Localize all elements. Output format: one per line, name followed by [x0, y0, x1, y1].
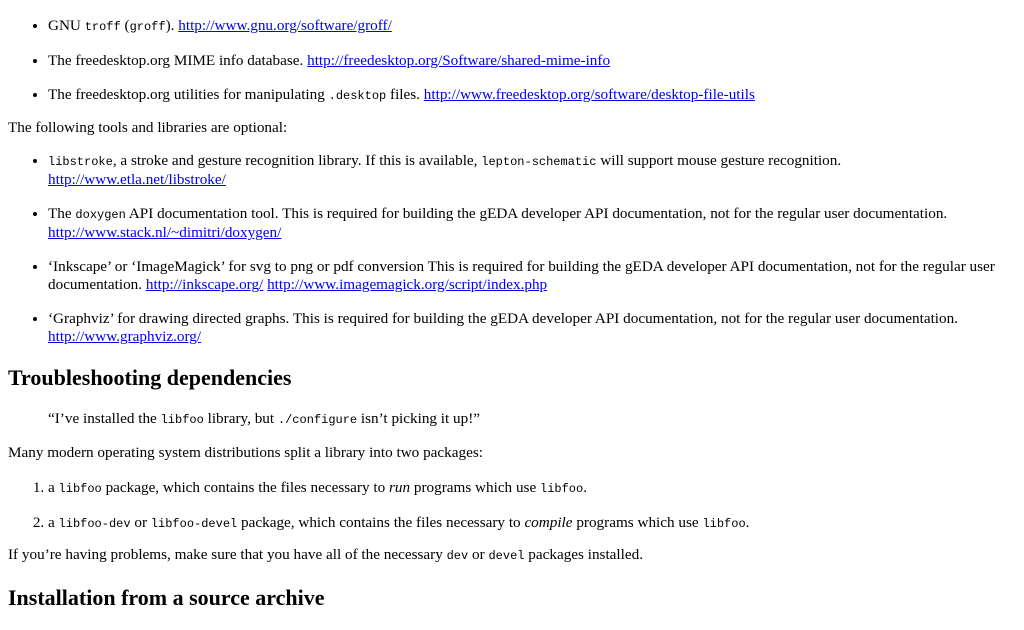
- inkscape-link[interactable]: http://inkscape.org/: [146, 276, 263, 293]
- desktop-utils-link[interactable]: http://www.freedesktop.org/software/desk…: [424, 86, 755, 103]
- optional-intro: The following tools and libraries are op…: [8, 119, 288, 136]
- mime-info-link[interactable]: http://freedesktop.org/Software/shared-m…: [307, 52, 610, 69]
- closing-note: If you’re having problems, make sure tha…: [8, 546, 643, 563]
- list-item-inkscape: ‘Inkscape’ or ‘ImageMagick’ for svg to p…: [48, 258, 1024, 294]
- install-heading: Installation from a source archive: [8, 585, 325, 610]
- list-item-desktop-utils: The freedesktop.org utilities for manipu…: [48, 86, 1024, 105]
- libstroke-link[interactable]: http://www.etla.net/libstroke/: [48, 171, 226, 188]
- list-item-libstroke: libstroke, a stroke and gesture recognit…: [48, 152, 1024, 189]
- doxygen-link[interactable]: http://www.stack.nl/~dimitri/doxygen/: [48, 224, 281, 241]
- list-item-groff: GNU troff (groff). http://www.gnu.org/so…: [48, 17, 1024, 36]
- imagemagick-link[interactable]: http://www.imagemagick.org/script/index.…: [267, 276, 547, 293]
- required-deps-list: GNU troff (groff). http://www.gnu.org/so…: [8, 17, 1024, 121]
- list-item-doxygen: The doxygen API documentation tool. This…: [48, 205, 1024, 242]
- list-item-libfoo: a libfoo package, which contains the fil…: [48, 479, 1024, 498]
- package-list: a libfoo package, which contains the fil…: [8, 479, 1024, 549]
- graphviz-link[interactable]: http://www.graphviz.org/: [48, 328, 201, 345]
- list-item-mime-info: The freedesktop.org MIME info database. …: [48, 52, 1024, 70]
- list-item-libfoo-dev: a libfoo-dev or libfoo-devel package, wh…: [48, 514, 1024, 533]
- troubleshooting-quote: “I’ve installed the libfoo library, but …: [48, 410, 481, 427]
- groff-link[interactable]: http://www.gnu.org/software/groff/: [178, 17, 392, 34]
- list-item-graphviz: ‘Graphviz’ for drawing directed graphs. …: [48, 310, 1024, 346]
- split-intro: Many modern operating system distributio…: [8, 444, 483, 461]
- troubleshooting-heading: Troubleshooting dependencies: [8, 365, 292, 390]
- optional-deps-list: libstroke, a stroke and gesture recognit…: [8, 152, 1024, 362]
